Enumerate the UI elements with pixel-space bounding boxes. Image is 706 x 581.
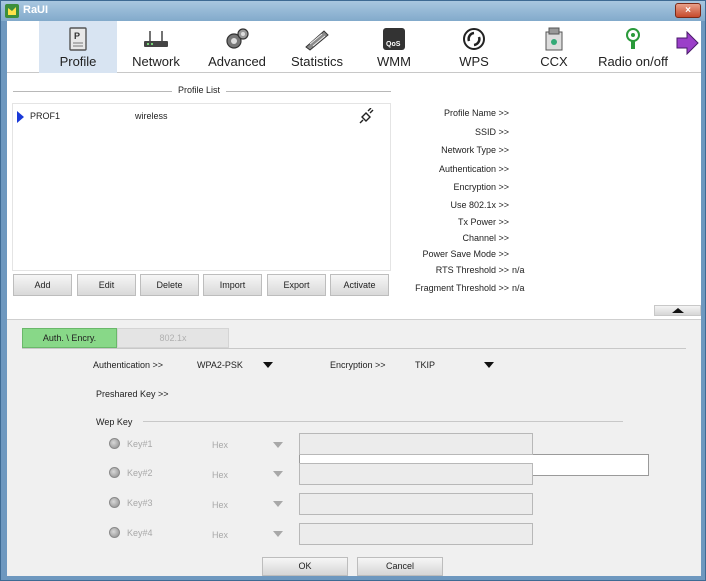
key2-label: Key#2: [127, 468, 153, 478]
key1-format-select[interactable]: Hex: [212, 440, 228, 450]
tab-wps[interactable]: WPS: [439, 21, 509, 73]
activate-button[interactable]: Activate: [330, 274, 389, 296]
rts-threshold-label: RTS Threshold >>: [435, 265, 509, 275]
edit-button[interactable]: Edit: [77, 274, 136, 296]
tab-auth-encry[interactable]: Auth. \ Encry.: [22, 328, 117, 348]
statistics-icon: [305, 30, 329, 51]
tab-radio-on-off[interactable]: Radio on/off: [591, 21, 675, 73]
encryption-select[interactable]: TKIP: [415, 360, 435, 370]
key4-input[interactable]: [299, 523, 533, 545]
profile-name-cell: PROF1: [30, 111, 61, 121]
advanced-icon: [226, 28, 249, 49]
authentication-label: Authentication >>: [93, 360, 164, 370]
tab-network-label: Network: [132, 54, 180, 69]
key3-format-select[interactable]: Hex: [212, 500, 228, 510]
tab-profile[interactable]: P Profile: [39, 21, 117, 73]
delete-button[interactable]: Delete: [140, 274, 199, 296]
key4-label: Key#4: [127, 528, 153, 538]
key1-dropdown-icon[interactable]: [273, 442, 283, 448]
wep-key-legend: Wep Key: [96, 417, 133, 427]
profile-name-label: Profile Name >>: [443, 108, 509, 118]
key2-input[interactable]: [299, 463, 533, 485]
connected-plug-icon: [359, 108, 374, 124]
key4-format-select[interactable]: Hex: [212, 530, 228, 540]
tx-power-label: Tx Power >>: [457, 217, 509, 227]
wep-key-divider: [143, 421, 623, 422]
key3-label: Key#3: [127, 498, 153, 508]
ok-button[interactable]: OK: [262, 557, 348, 576]
tab-ccx-label: CCX: [540, 54, 568, 69]
security-panel: Auth. \ Encry. 802.1x Authentication >> …: [7, 319, 701, 576]
wmm-icon-text: QoS: [386, 41, 401, 48]
authentication-detail-label: Authentication >>: [438, 164, 509, 174]
encryption-label: Encryption >>: [330, 360, 386, 370]
key1-input[interactable]: [299, 433, 533, 455]
window-title: RaUI: [23, 4, 49, 16]
key3-input[interactable]: [299, 493, 533, 515]
rts-threshold-value: n/a: [512, 265, 525, 275]
profile-list-row[interactable]: PROF1 wireless: [13, 108, 390, 124]
tab-wmm-label: WMM: [377, 54, 411, 69]
key4-dropdown-icon[interactable]: [273, 531, 283, 537]
encryption-detail-label: Encryption >>: [453, 182, 509, 192]
authentication-dropdown-icon[interactable]: [263, 362, 273, 368]
tab-divider: [22, 348, 686, 349]
tab-wps-label: WPS: [459, 54, 489, 69]
key2-radio[interactable]: [109, 467, 120, 478]
profile-list[interactable]: PROF1 wireless: [12, 103, 391, 271]
active-profile-arrow-icon: [17, 111, 24, 123]
key2-format-select[interactable]: Hex: [212, 470, 228, 480]
ccx-icon: [545, 27, 563, 51]
next-arrow-icon[interactable]: [675, 31, 699, 55]
preshared-key-label: Preshared Key >>: [96, 389, 169, 399]
svg-text:P: P: [74, 31, 80, 41]
encryption-dropdown-icon[interactable]: [484, 362, 494, 368]
main-toolbar: P Profile Network Advanced Statistics Qo…: [7, 21, 701, 73]
channel-label: Channel >>: [462, 233, 509, 243]
network-icon: [144, 31, 168, 47]
fragment-threshold-label: Fragment Threshold >>: [415, 283, 509, 293]
key3-dropdown-icon[interactable]: [273, 501, 283, 507]
tab-profile-label: Profile: [59, 54, 97, 69]
ssid-label: SSID >>: [474, 127, 509, 137]
key3-radio[interactable]: [109, 497, 120, 508]
import-button[interactable]: Import: [203, 274, 262, 296]
tab-statistics-label: Statistics: [290, 54, 343, 69]
tab-statistics[interactable]: Statistics: [279, 21, 355, 73]
title-bar: RaUI ×: [1, 1, 705, 21]
app-window: RaUI × P Profile Network Advanced Statis…: [0, 0, 706, 581]
tab-advanced[interactable]: Advanced: [197, 21, 277, 73]
authentication-select[interactable]: WPA2-PSK: [197, 360, 243, 370]
network-type-label: Network Type >>: [441, 145, 509, 155]
add-button[interactable]: Add: [13, 274, 72, 296]
key1-radio[interactable]: [109, 438, 120, 449]
key1-label: Key#1: [127, 439, 153, 449]
tab-8021x[interactable]: 802.1x: [117, 328, 229, 348]
wps-icon: [463, 28, 485, 50]
client-area: Profile List PROF1 wireless Add Edit Del…: [7, 73, 701, 576]
app-logo-icon: [5, 4, 19, 18]
export-button[interactable]: Export: [267, 274, 326, 296]
close-button[interactable]: ×: [675, 3, 701, 18]
collapse-button[interactable]: [654, 305, 701, 316]
cancel-button[interactable]: Cancel: [357, 557, 443, 576]
profile-list-legend: Profile List: [172, 85, 227, 95]
use-8021x-label: Use 802.1x >>: [450, 200, 509, 210]
tab-advanced-label: Advanced: [208, 54, 266, 69]
profile-icon: P: [69, 27, 87, 51]
wmm-icon: QoS: [383, 28, 405, 50]
tab-radio-label: Radio on/off: [598, 54, 668, 69]
power-save-mode-label: Power Save Mode >>: [422, 249, 509, 259]
tab-ccx[interactable]: CCX: [519, 21, 589, 73]
collapse-up-icon: [672, 308, 684, 313]
tab-wmm[interactable]: QoS WMM: [359, 21, 429, 73]
profile-type-cell: wireless: [135, 111, 168, 121]
radio-icon: [626, 28, 640, 49]
key2-dropdown-icon[interactable]: [273, 471, 283, 477]
tab-network[interactable]: Network: [119, 21, 193, 73]
key4-radio[interactable]: [109, 527, 120, 538]
fragment-threshold-value: n/a: [512, 283, 525, 293]
